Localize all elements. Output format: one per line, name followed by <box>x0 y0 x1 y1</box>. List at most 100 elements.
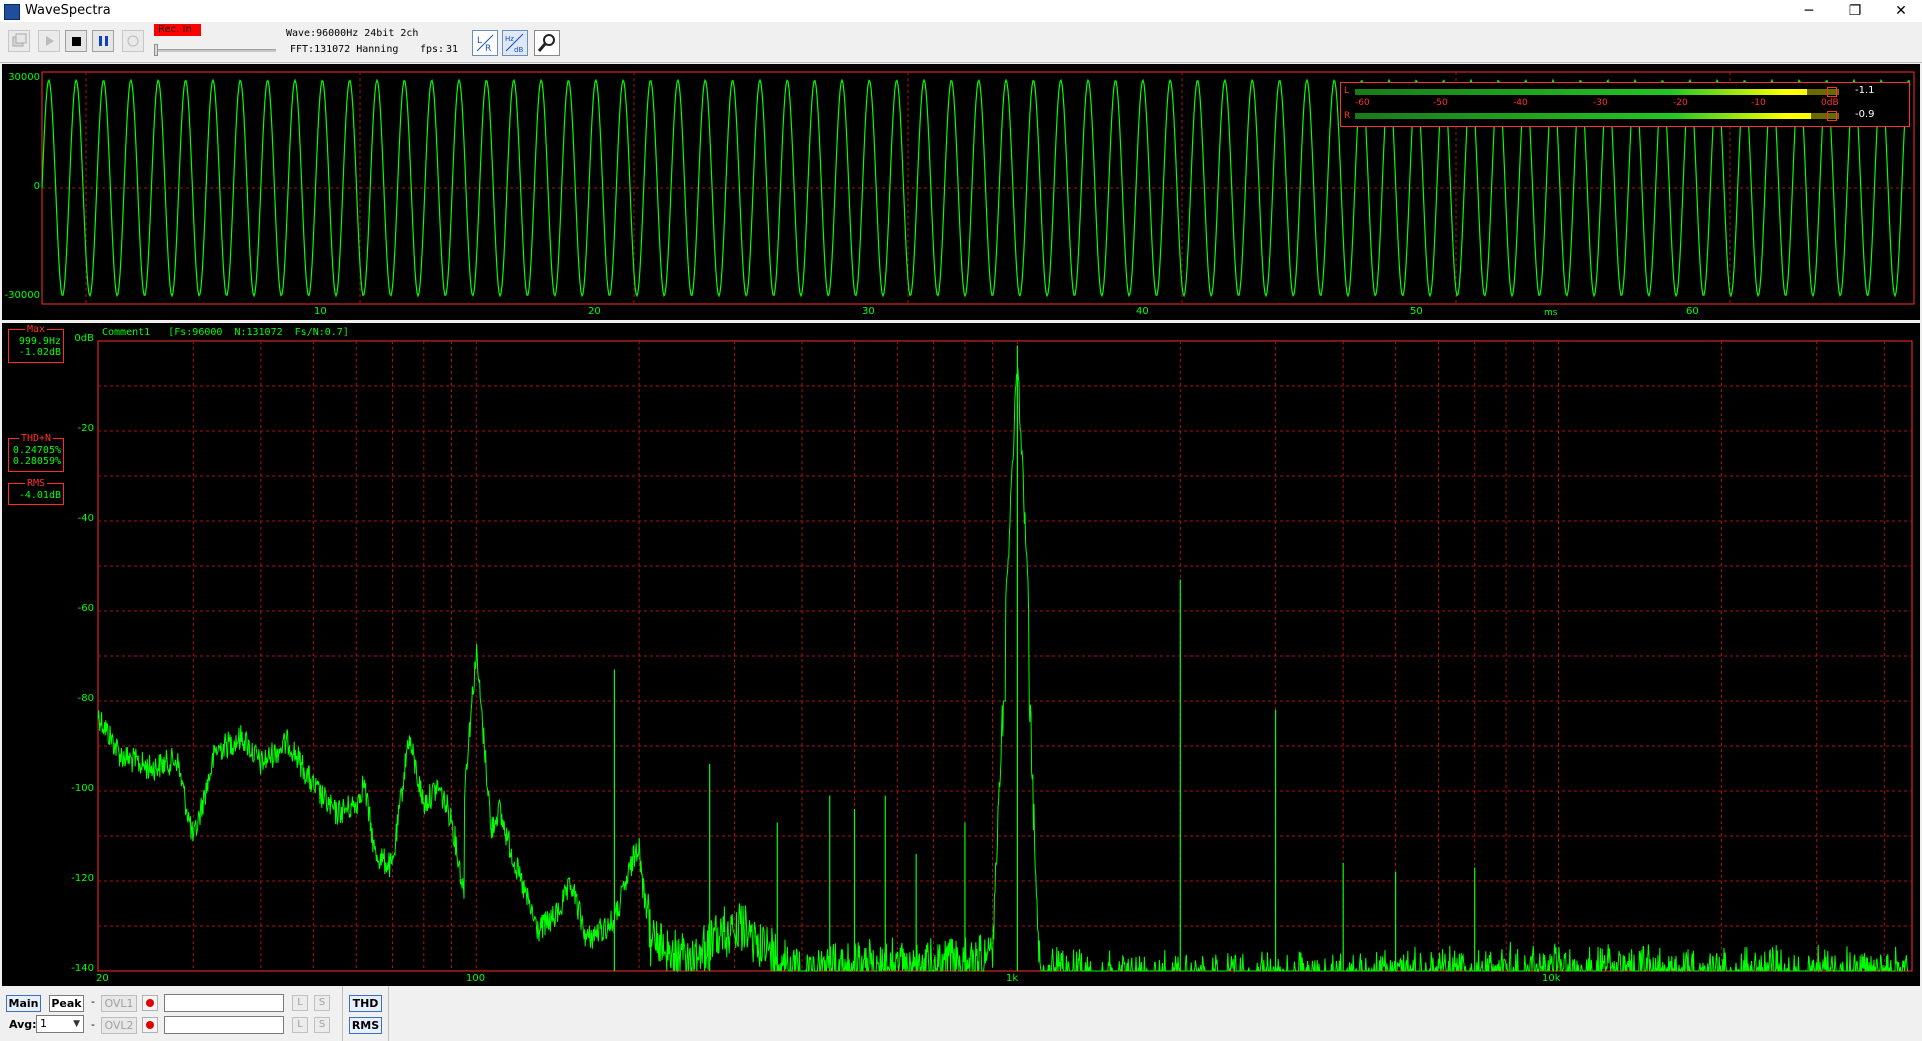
avg-select[interactable]: 1 ▼ <box>36 1015 84 1033</box>
meter-scale-tick: -60 <box>1355 98 1370 108</box>
wave-info: Wave:96000Hz 24bit 2ch <box>286 28 419 39</box>
ovl1-s-button[interactable]: S <box>314 995 330 1011</box>
lr-icon[interactable]: LR <box>472 30 498 56</box>
rms-title: RMS <box>24 478 48 489</box>
thd-button[interactable]: THD <box>349 995 382 1012</box>
main-button[interactable]: Main <box>6 995 41 1012</box>
waveform-panel: 30000 0 -30000 10 20 30 40 50 60 ms L R … <box>2 64 1920 320</box>
spectrum-trace <box>97 367 1909 973</box>
minimize-button[interactable]: ─ <box>1786 0 1832 22</box>
slider-thumb[interactable] <box>154 44 158 56</box>
restore-button[interactable]: ❐ <box>1832 0 1878 22</box>
play-icon[interactable] <box>38 30 60 52</box>
spectrum-comment: Comment1 [Fs:96000 N:131072 Fs/N:0.7] <box>102 327 349 338</box>
spec-x-tick: 20 <box>96 973 109 984</box>
divider <box>388 986 389 1041</box>
spec-y-tick: -100 <box>71 783 94 794</box>
max-level: -1.02dB <box>18 347 61 358</box>
spectrum-plot <box>97 340 1913 973</box>
app-icon <box>4 4 20 20</box>
meter-r-track <box>1355 113 1839 119</box>
rec-in-indicator: Rec. In <box>154 24 201 36</box>
meter-r-value: -0.9 <box>1855 109 1875 120</box>
spec-x-tick: 10k <box>1542 973 1561 984</box>
record-icon[interactable] <box>122 30 144 52</box>
spec-x-tick: 1k <box>1006 973 1019 984</box>
max-title: Max <box>24 324 48 335</box>
meter-l-label: L <box>1344 86 1350 96</box>
meter-scale-tick: 0dB <box>1821 98 1839 108</box>
fft-info: FFT:131072 Hanning <box>290 44 399 55</box>
toolbar: Rec. In Wave:96000Hz 24bit 2ch FFT:13107… <box>0 22 1922 63</box>
spec-y-tick: -40 <box>77 513 94 524</box>
rms-button[interactable]: RMS <box>349 1017 382 1034</box>
avg-value: 1 <box>40 1017 47 1030</box>
rms-value: -4.01dB <box>18 490 61 501</box>
bottom-controls: Main Peak Avg: 1 ▼ - - OVL1 OVL2 L S L S… <box>0 986 1922 1041</box>
scope-x-tick: 30 <box>862 306 875 317</box>
ovl2-button[interactable]: OVL2 <box>101 1017 137 1034</box>
settings-icon[interactable] <box>534 30 560 56</box>
spec-y-tick: -140 <box>71 963 94 974</box>
meter-scale-tick: -30 <box>1593 98 1608 108</box>
thd-box: THD+N 0.24705% 0.28059% <box>8 433 64 472</box>
meter-scale-tick: -40 <box>1513 98 1528 108</box>
spec-y-tick: -120 <box>71 873 94 884</box>
divider <box>342 986 343 1041</box>
peak-button[interactable]: Peak <box>49 995 84 1012</box>
level-meter: L R -60 -50 -40 -30 -20 -10 0dB -1.1 -0.… <box>1340 82 1910 127</box>
meter-l-track <box>1355 89 1839 95</box>
thd-value-2: 0.28059% <box>12 456 61 467</box>
max-freq: 999.9Hz <box>18 336 61 347</box>
spectrum-panel: Comment1 [Fs:96000 N:131072 Fs/N:0.7] 0d… <box>2 323 1920 986</box>
ovl1-button[interactable]: OVL1 <box>101 995 137 1012</box>
meter-r-label: R <box>1344 111 1351 121</box>
ovl2-record-icon[interactable] <box>142 1017 158 1033</box>
ovl1-record-icon[interactable] <box>142 995 158 1011</box>
spec-y-tick: -80 <box>77 693 94 704</box>
svg-text:L: L <box>477 36 482 46</box>
ovl2-s-button[interactable]: S <box>314 1017 330 1033</box>
scope-x-tick: 40 <box>1136 306 1149 317</box>
thd-title: THD+N <box>18 433 54 444</box>
svg-text:Hz: Hz <box>505 35 514 43</box>
avg-label: Avg: <box>9 1018 37 1031</box>
stop-icon[interactable] <box>65 30 87 52</box>
chevron-down-icon: ▼ <box>73 1019 80 1029</box>
ovl1-comment-field[interactable] <box>164 994 284 1012</box>
meter-scale-tick: -10 <box>1751 98 1766 108</box>
svg-text:dB: dB <box>514 46 523 54</box>
max-box: Max 999.9Hz -1.02dB <box>8 324 64 363</box>
meter-scale-tick: -50 <box>1433 98 1448 108</box>
scope-x-tick: 50 <box>1410 306 1423 317</box>
separator: - <box>91 995 95 1008</box>
scope-x-tick: 20 <box>588 306 601 317</box>
spec-x-tick: 100 <box>466 973 486 984</box>
ovl2-comment-field[interactable] <box>164 1016 284 1034</box>
ovl1-l-button[interactable]: L <box>292 995 308 1011</box>
title-bar: WaveSpectra ─ ❐ ✕ <box>0 0 1922 22</box>
thd-value-1: 0.24705% <box>12 445 61 456</box>
format-info: Wave:96000Hz 24bit 2ch FFT:131072 Hannin… <box>280 24 466 58</box>
spec-y-tick: -60 <box>77 603 94 614</box>
close-button[interactable]: ✕ <box>1878 0 1922 22</box>
ovl2-l-button[interactable]: L <box>292 1017 308 1033</box>
pause-icon[interactable] <box>92 30 114 52</box>
open-icon[interactable] <box>8 30 30 52</box>
input-level-slider[interactable] <box>154 44 276 56</box>
scope-y-tick: 30000 <box>8 72 40 83</box>
meter-scale-tick: -20 <box>1673 98 1688 108</box>
hz-db-icon[interactable]: Hz dB <box>502 30 528 56</box>
svg-text:R: R <box>485 44 491 54</box>
scope-x-tick: 10 <box>314 306 327 317</box>
separator: - <box>91 1018 95 1031</box>
fps-value: 31 <box>446 44 459 55</box>
fps-label: fps: <box>420 44 445 55</box>
scope-y-tick: 0 <box>33 181 40 192</box>
meter-l-bar <box>1355 89 1807 95</box>
scope-x-tick: 60 <box>1686 306 1699 317</box>
rms-box: RMS -4.01dB <box>8 478 64 505</box>
meter-l-value: -1.1 <box>1855 85 1875 96</box>
scope-x-unit: ms <box>1544 308 1558 318</box>
scope-y-tick: -30000 <box>4 290 40 301</box>
